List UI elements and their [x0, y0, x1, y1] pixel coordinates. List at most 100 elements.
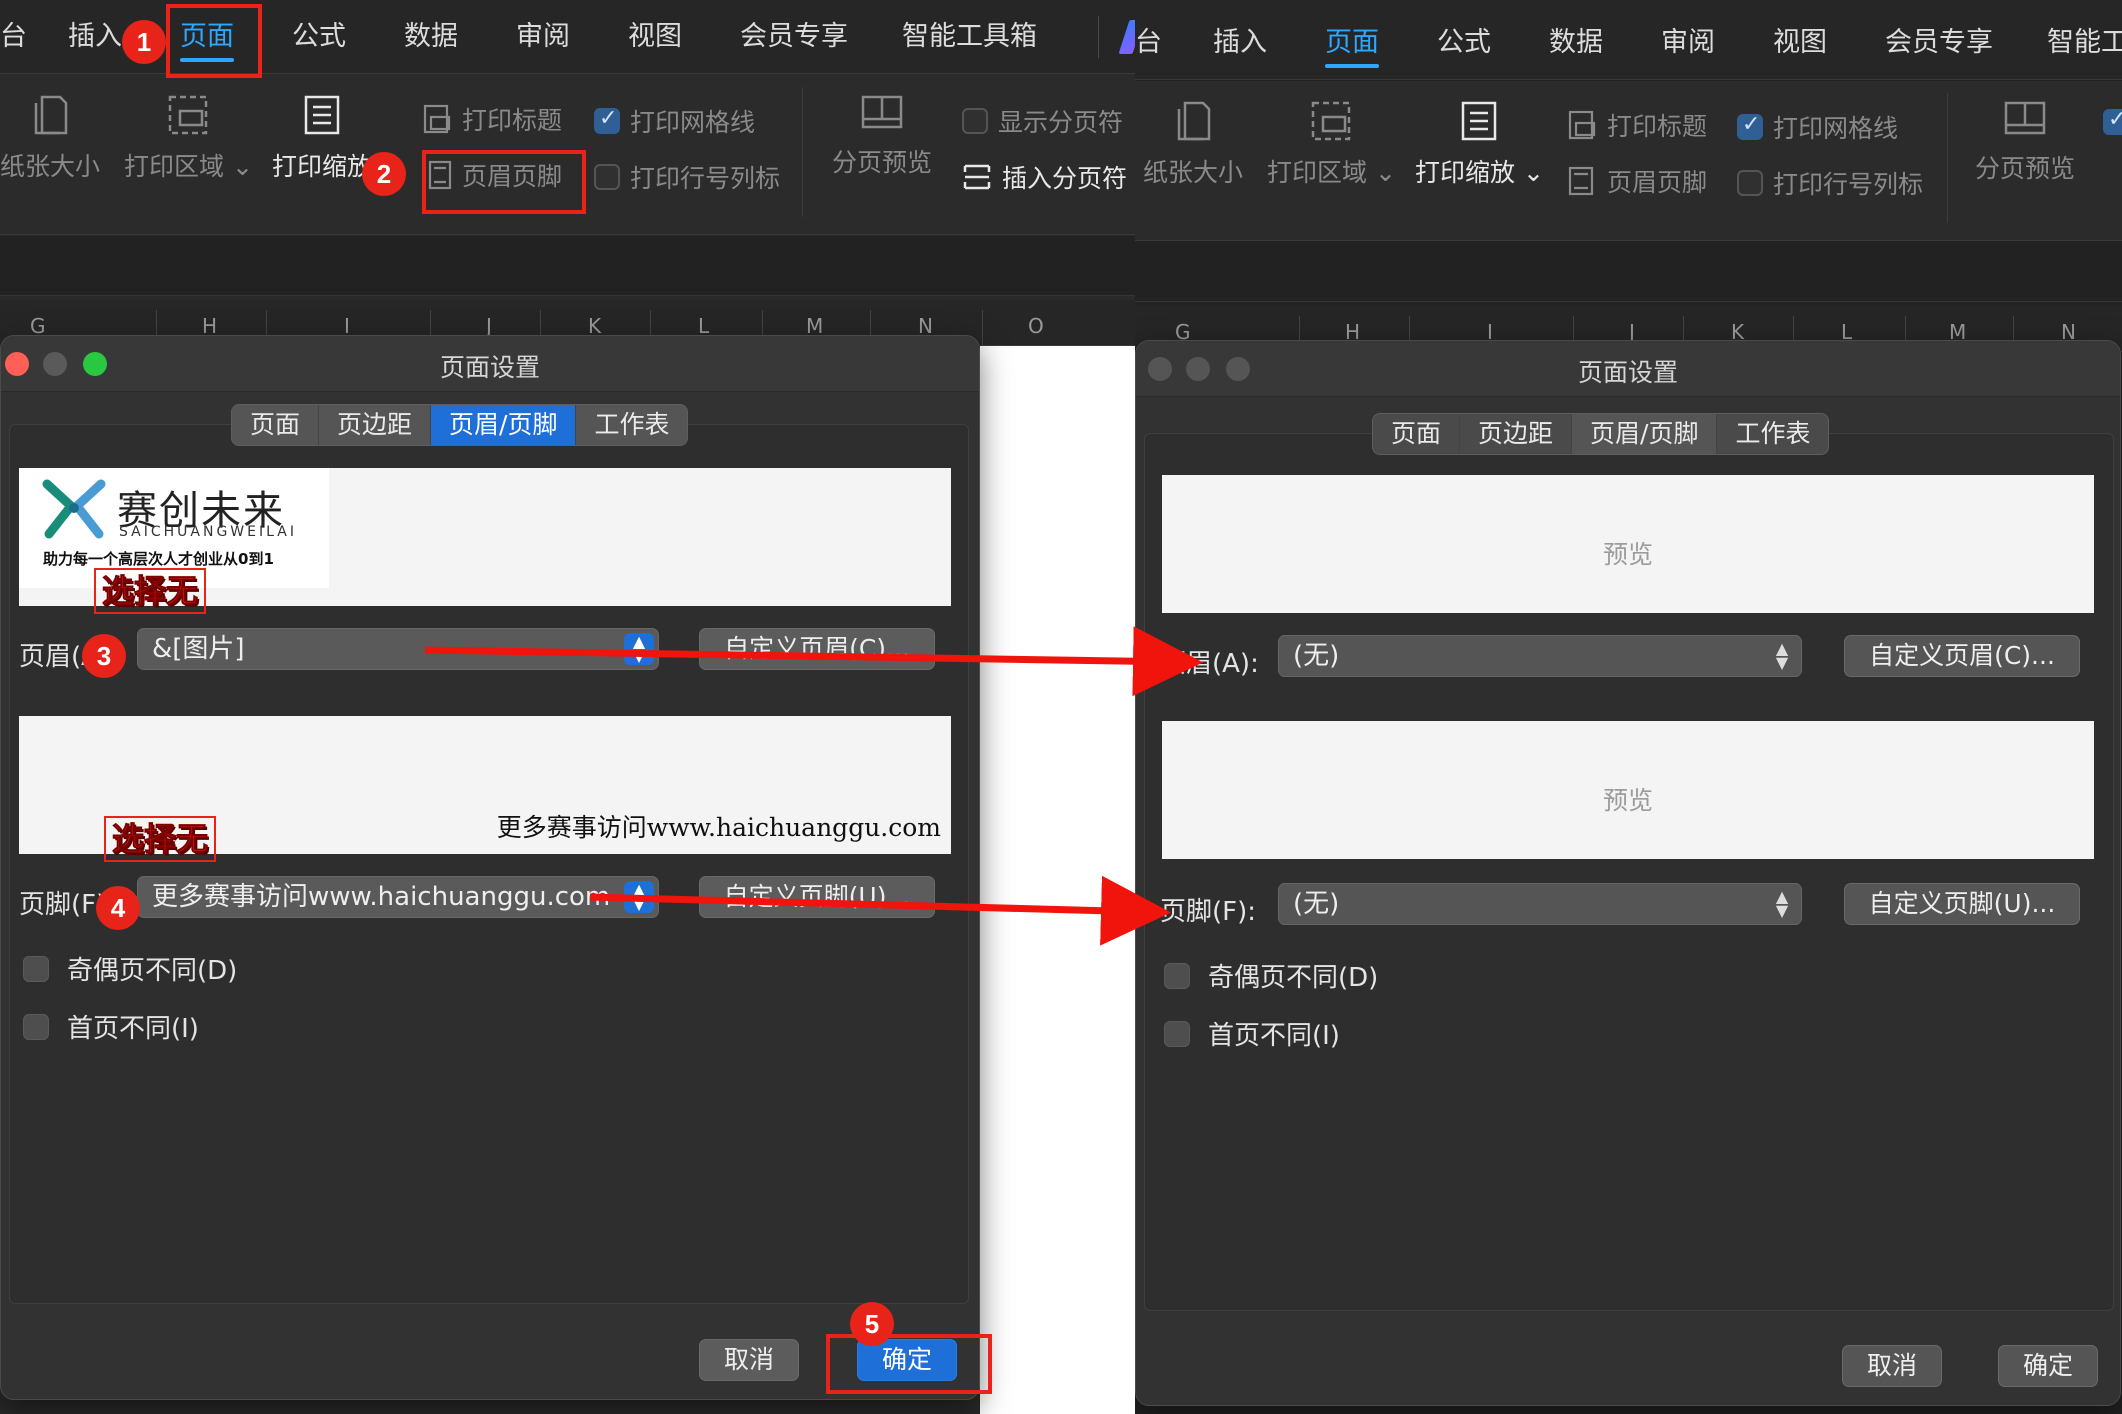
tab-worksheet[interactable]: 工作表: [1717, 414, 1828, 454]
show-page-breaks-toggle[interactable]: 显示分页符: [962, 103, 1123, 139]
print-gridlines-checkbox[interactable]: [594, 106, 620, 134]
footer-label: 页脚(F):: [1160, 897, 1257, 927]
paper-size-icon: [1177, 101, 1211, 141]
ok-button[interactable]: 确定: [1998, 1345, 2098, 1387]
menu-data[interactable]: 数据: [404, 0, 458, 74]
header-footer-button[interactable]: 页眉页脚: [1567, 163, 1707, 199]
print-area-button[interactable]: 打印区域 ⌄: [124, 93, 253, 183]
odd-even-checkbox[interactable]: [1164, 962, 1190, 989]
menu-insert[interactable]: 插入: [68, 0, 122, 74]
first-page-option[interactable]: 首页不同(I): [23, 1008, 199, 1045]
show-page-breaks-checkbox[interactable]: [2103, 107, 2122, 135]
highlight-ok-button: [826, 1334, 992, 1394]
menu-data[interactable]: 数据: [1549, 6, 1603, 80]
menu-review[interactable]: 审阅: [516, 0, 570, 74]
show-page-breaks-toggle[interactable]: [2103, 107, 2122, 135]
cancel-button[interactable]: 取消: [699, 1339, 799, 1381]
page-break-preview-button[interactable]: 分页预览: [1975, 99, 2075, 185]
print-scale-label: 打印缩放: [272, 152, 373, 181]
menu-item-cut: 台: [0, 21, 27, 52]
menu-member[interactable]: 会员专享: [1885, 6, 1993, 80]
menu-smart-toolbox[interactable]: 智能工: [2047, 6, 2122, 80]
print-gridlines-toggle[interactable]: 打印网格线: [594, 103, 755, 139]
page-toolbar: 纸张大小 打印区域 ⌄ 打印缩放 ⌄ 打印标题 页眉页脚 打印网格线 打印行号列…: [1135, 81, 2122, 241]
first-page-checkbox[interactable]: [1164, 1020, 1190, 1047]
custom-footer-button[interactable]: 自定义页脚(U)...: [1844, 883, 2080, 925]
custom-header-button[interactable]: 自定义页眉(C)...: [1844, 635, 2080, 677]
ai-logo-icon[interactable]: [1118, 20, 1135, 54]
menu-formula[interactable]: 公式: [292, 0, 346, 74]
page-break-preview-button[interactable]: 分页预览: [832, 93, 932, 179]
print-gridlines-toggle[interactable]: 打印网格线: [1737, 109, 1898, 145]
column-label[interactable]: O: [1028, 314, 1044, 338]
paper-size-button[interactable]: 纸张大小: [1143, 99, 1243, 189]
print-row-col-checkbox[interactable]: [1737, 170, 1763, 196]
print-scale-icon: [1462, 101, 1497, 141]
tab-margins[interactable]: 页边距: [1460, 414, 1573, 454]
page-break-preview-label: 分页预览: [832, 148, 933, 177]
paper-size-label: 纸张大小: [0, 152, 101, 181]
worksheet-area[interactable]: [980, 346, 1135, 1414]
odd-even-option[interactable]: 奇偶页不同(D): [23, 950, 237, 987]
first-page-label: 首页不同(I): [67, 1014, 199, 1044]
print-gridlines-label: 打印网格线: [630, 108, 756, 137]
tab-page[interactable]: 页面: [1373, 414, 1461, 454]
tab-worksheet[interactable]: 工作表: [576, 405, 687, 445]
page-setup-dialog: 页面设置 页面 页边距 页眉/页脚 工作表 预览 页眉(A): (无) ▲ ▼ 自…: [1135, 340, 2121, 1406]
print-title-button[interactable]: 打印标题: [1567, 107, 1707, 143]
dialog-tabs: 页面 页边距 页眉/页脚 工作表: [231, 404, 689, 446]
print-row-col-toggle[interactable]: 打印行号列标: [594, 159, 780, 195]
menu-smart-toolbox[interactable]: 智能工具箱: [902, 0, 1037, 74]
tab-page[interactable]: 页面: [232, 405, 320, 445]
odd-even-option[interactable]: 奇偶页不同(D): [1164, 957, 1378, 994]
header-select[interactable]: &[图片] ▲ ▼: [137, 628, 659, 670]
cancel-button[interactable]: 取消: [1842, 1345, 1942, 1387]
paper-size-button[interactable]: 纸张大小: [0, 93, 100, 183]
insert-page-break-button[interactable]: 插入分页符: [962, 159, 1127, 195]
first-page-option[interactable]: 首页不同(I): [1164, 1015, 1340, 1052]
menu-page[interactable]: 页面: [1325, 6, 1379, 80]
header-select[interactable]: (无) ▲ ▼: [1278, 635, 1802, 677]
odd-even-checkbox[interactable]: [23, 955, 49, 982]
logo-pinyin: SAICHUANGWEILAI: [119, 524, 297, 540]
tab-margins[interactable]: 页边距: [319, 405, 432, 445]
tab-header-footer[interactable]: 页眉/页脚: [1572, 414, 1718, 454]
print-area-icon: [1312, 101, 1351, 141]
dialog-titlebar: 页面设置: [1136, 341, 2120, 397]
print-row-col-toggle[interactable]: 打印行号列标: [1737, 165, 1923, 201]
step-badge-4: 4: [96, 886, 140, 930]
print-title-label: 打印标题: [462, 106, 563, 135]
custom-header-button[interactable]: 自定义页眉(C)...: [699, 628, 935, 670]
show-page-breaks-checkbox[interactable]: [962, 108, 988, 134]
print-scale-button[interactable]: 打印缩放 ⌄: [1415, 99, 1544, 189]
menu-formula[interactable]: 公式: [1437, 6, 1491, 80]
menu-insert[interactable]: 插入: [1213, 6, 1267, 80]
dialog-tabs: 页面 页边距 页眉/页脚 工作表: [1372, 413, 1830, 455]
footer-preview-placeholder: 预览: [1602, 786, 1653, 815]
footer-select[interactable]: 更多赛事访问www.haichuanggu.com ▲ ▼: [137, 876, 659, 918]
page-break-preview-label: 分页预览: [1975, 154, 2076, 183]
callout-select-none-header: 选择无: [94, 568, 207, 614]
print-gridlines-checkbox[interactable]: [1737, 112, 1763, 140]
formula-bar[interactable]: [1135, 242, 2122, 302]
print-title-button[interactable]: 打印标题: [422, 101, 562, 137]
menu-view[interactable]: 视图: [1773, 6, 1827, 80]
footer-select[interactable]: (无) ▲ ▼: [1278, 883, 1802, 925]
formula-bar[interactable]: [0, 236, 1135, 296]
menu-review[interactable]: 审阅: [1661, 6, 1715, 80]
print-area-button[interactable]: 打印区域 ⌄: [1267, 99, 1396, 189]
toolbar-separator: [1947, 93, 1948, 223]
print-title-icon: [423, 104, 451, 134]
menu-view[interactable]: 视图: [628, 0, 682, 74]
first-page-checkbox[interactable]: [23, 1013, 49, 1040]
print-row-col-checkbox[interactable]: [594, 164, 620, 190]
print-scale-button[interactable]: 打印缩放: [272, 93, 372, 183]
step-badge-5: 5: [850, 1302, 894, 1346]
menu-member[interactable]: 会员专享: [740, 0, 848, 74]
custom-footer-button[interactable]: 自定义页脚(U)...: [699, 876, 935, 918]
step-badge-3: 3: [82, 634, 126, 678]
menu-bar: 台 插入 页面 公式 数据 审阅 视图 会员专享 智能工: [1135, 0, 2122, 80]
print-area-label: 打印区域: [1267, 158, 1368, 187]
select-stepper-icon: ▲ ▼: [624, 881, 654, 913]
tab-header-footer[interactable]: 页眉/页脚: [431, 405, 577, 445]
